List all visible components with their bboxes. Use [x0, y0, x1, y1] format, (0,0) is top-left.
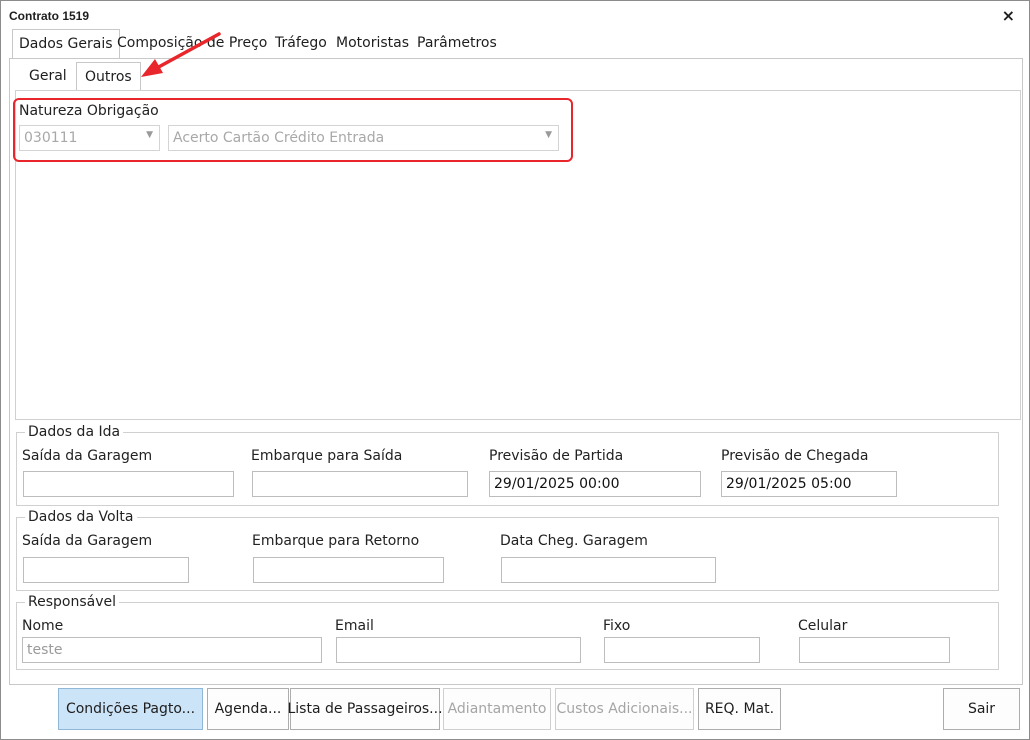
ida-chegada-field[interactable]: 29/01/2025 05:00 — [721, 471, 897, 497]
dados-ida-legend: Dados da Ida — [25, 424, 124, 440]
natureza-description-value: Acerto Cartão Crédito Entrada — [173, 130, 385, 146]
condicoes-pagto-button[interactable]: Condições Pagto... — [58, 688, 203, 730]
ida-partida-label: Previsão de Partida — [489, 448, 624, 464]
natureza-description-combo[interactable]: Acerto Cartão Crédito Entrada ▼ — [168, 125, 559, 151]
fixo-label: Fixo — [603, 618, 631, 634]
tab-motoristas[interactable]: Motoristas — [330, 29, 415, 59]
volta-embarque-label: Embarque para Retorno — [252, 533, 420, 549]
ida-saida-label: Saída da Garagem — [22, 448, 153, 464]
nome-field[interactable]: teste — [22, 637, 322, 663]
email-label: Email — [335, 618, 374, 634]
fixo-field[interactable] — [604, 637, 760, 663]
chevron-down-icon: ▼ — [146, 130, 153, 140]
volta-cheg-label: Data Cheg. Garagem — [500, 533, 648, 549]
celular-label: Celular — [798, 618, 848, 634]
contract-window: Contrato 1519 × Dados Gerais Composição … — [0, 0, 1030, 740]
email-field[interactable] — [336, 637, 581, 663]
natureza-code-combo[interactable]: 030111 ▼ — [19, 125, 160, 151]
volta-embarque-field[interactable] — [253, 557, 444, 583]
chevron-down-icon: ▼ — [545, 130, 552, 140]
agenda-button[interactable]: Agenda... — [207, 688, 289, 730]
req-mat-button[interactable]: REQ. Mat. — [698, 688, 781, 730]
subtab-geral[interactable]: Geral — [21, 62, 75, 91]
close-icon[interactable]: × — [1002, 6, 1015, 25]
annotation-arrow-icon — [141, 32, 221, 77]
natureza-label: Natureza Obrigação — [19, 103, 159, 119]
tab-parametros[interactable]: Parâmetros — [411, 29, 503, 59]
ida-saida-field[interactable] — [23, 471, 234, 497]
ida-chegada-label: Previsão de Chegada — [721, 448, 869, 464]
lista-passageiros-button[interactable]: Lista de Passageiros... — [287, 688, 443, 730]
tab-trafego[interactable]: Tráfego — [269, 29, 333, 59]
adiantamento-button[interactable]: Adiantamento — [443, 688, 551, 730]
volta-saida-label: Saída da Garagem — [22, 533, 153, 549]
tab-dados-gerais[interactable]: Dados Gerais — [12, 29, 120, 59]
responsavel-legend: Responsável — [25, 594, 119, 610]
volta-cheg-field[interactable] — [501, 557, 716, 583]
celular-field[interactable] — [799, 637, 950, 663]
title-bar: Contrato 1519 × — [1, 1, 1029, 31]
natureza-code-value: 030111 — [24, 130, 78, 146]
volta-saida-field[interactable] — [23, 557, 189, 583]
nome-label: Nome — [22, 618, 64, 634]
sair-button[interactable]: Sair — [943, 688, 1020, 730]
window-title: Contrato 1519 — [9, 9, 90, 23]
dados-volta-legend: Dados da Volta — [25, 509, 137, 525]
ida-partida-field[interactable]: 29/01/2025 00:00 — [489, 471, 701, 497]
ida-embarque-label: Embarque para Saída — [251, 448, 403, 464]
custos-adicionais-button[interactable]: Custos Adicionais... — [555, 688, 694, 730]
ida-embarque-field[interactable] — [252, 471, 468, 497]
